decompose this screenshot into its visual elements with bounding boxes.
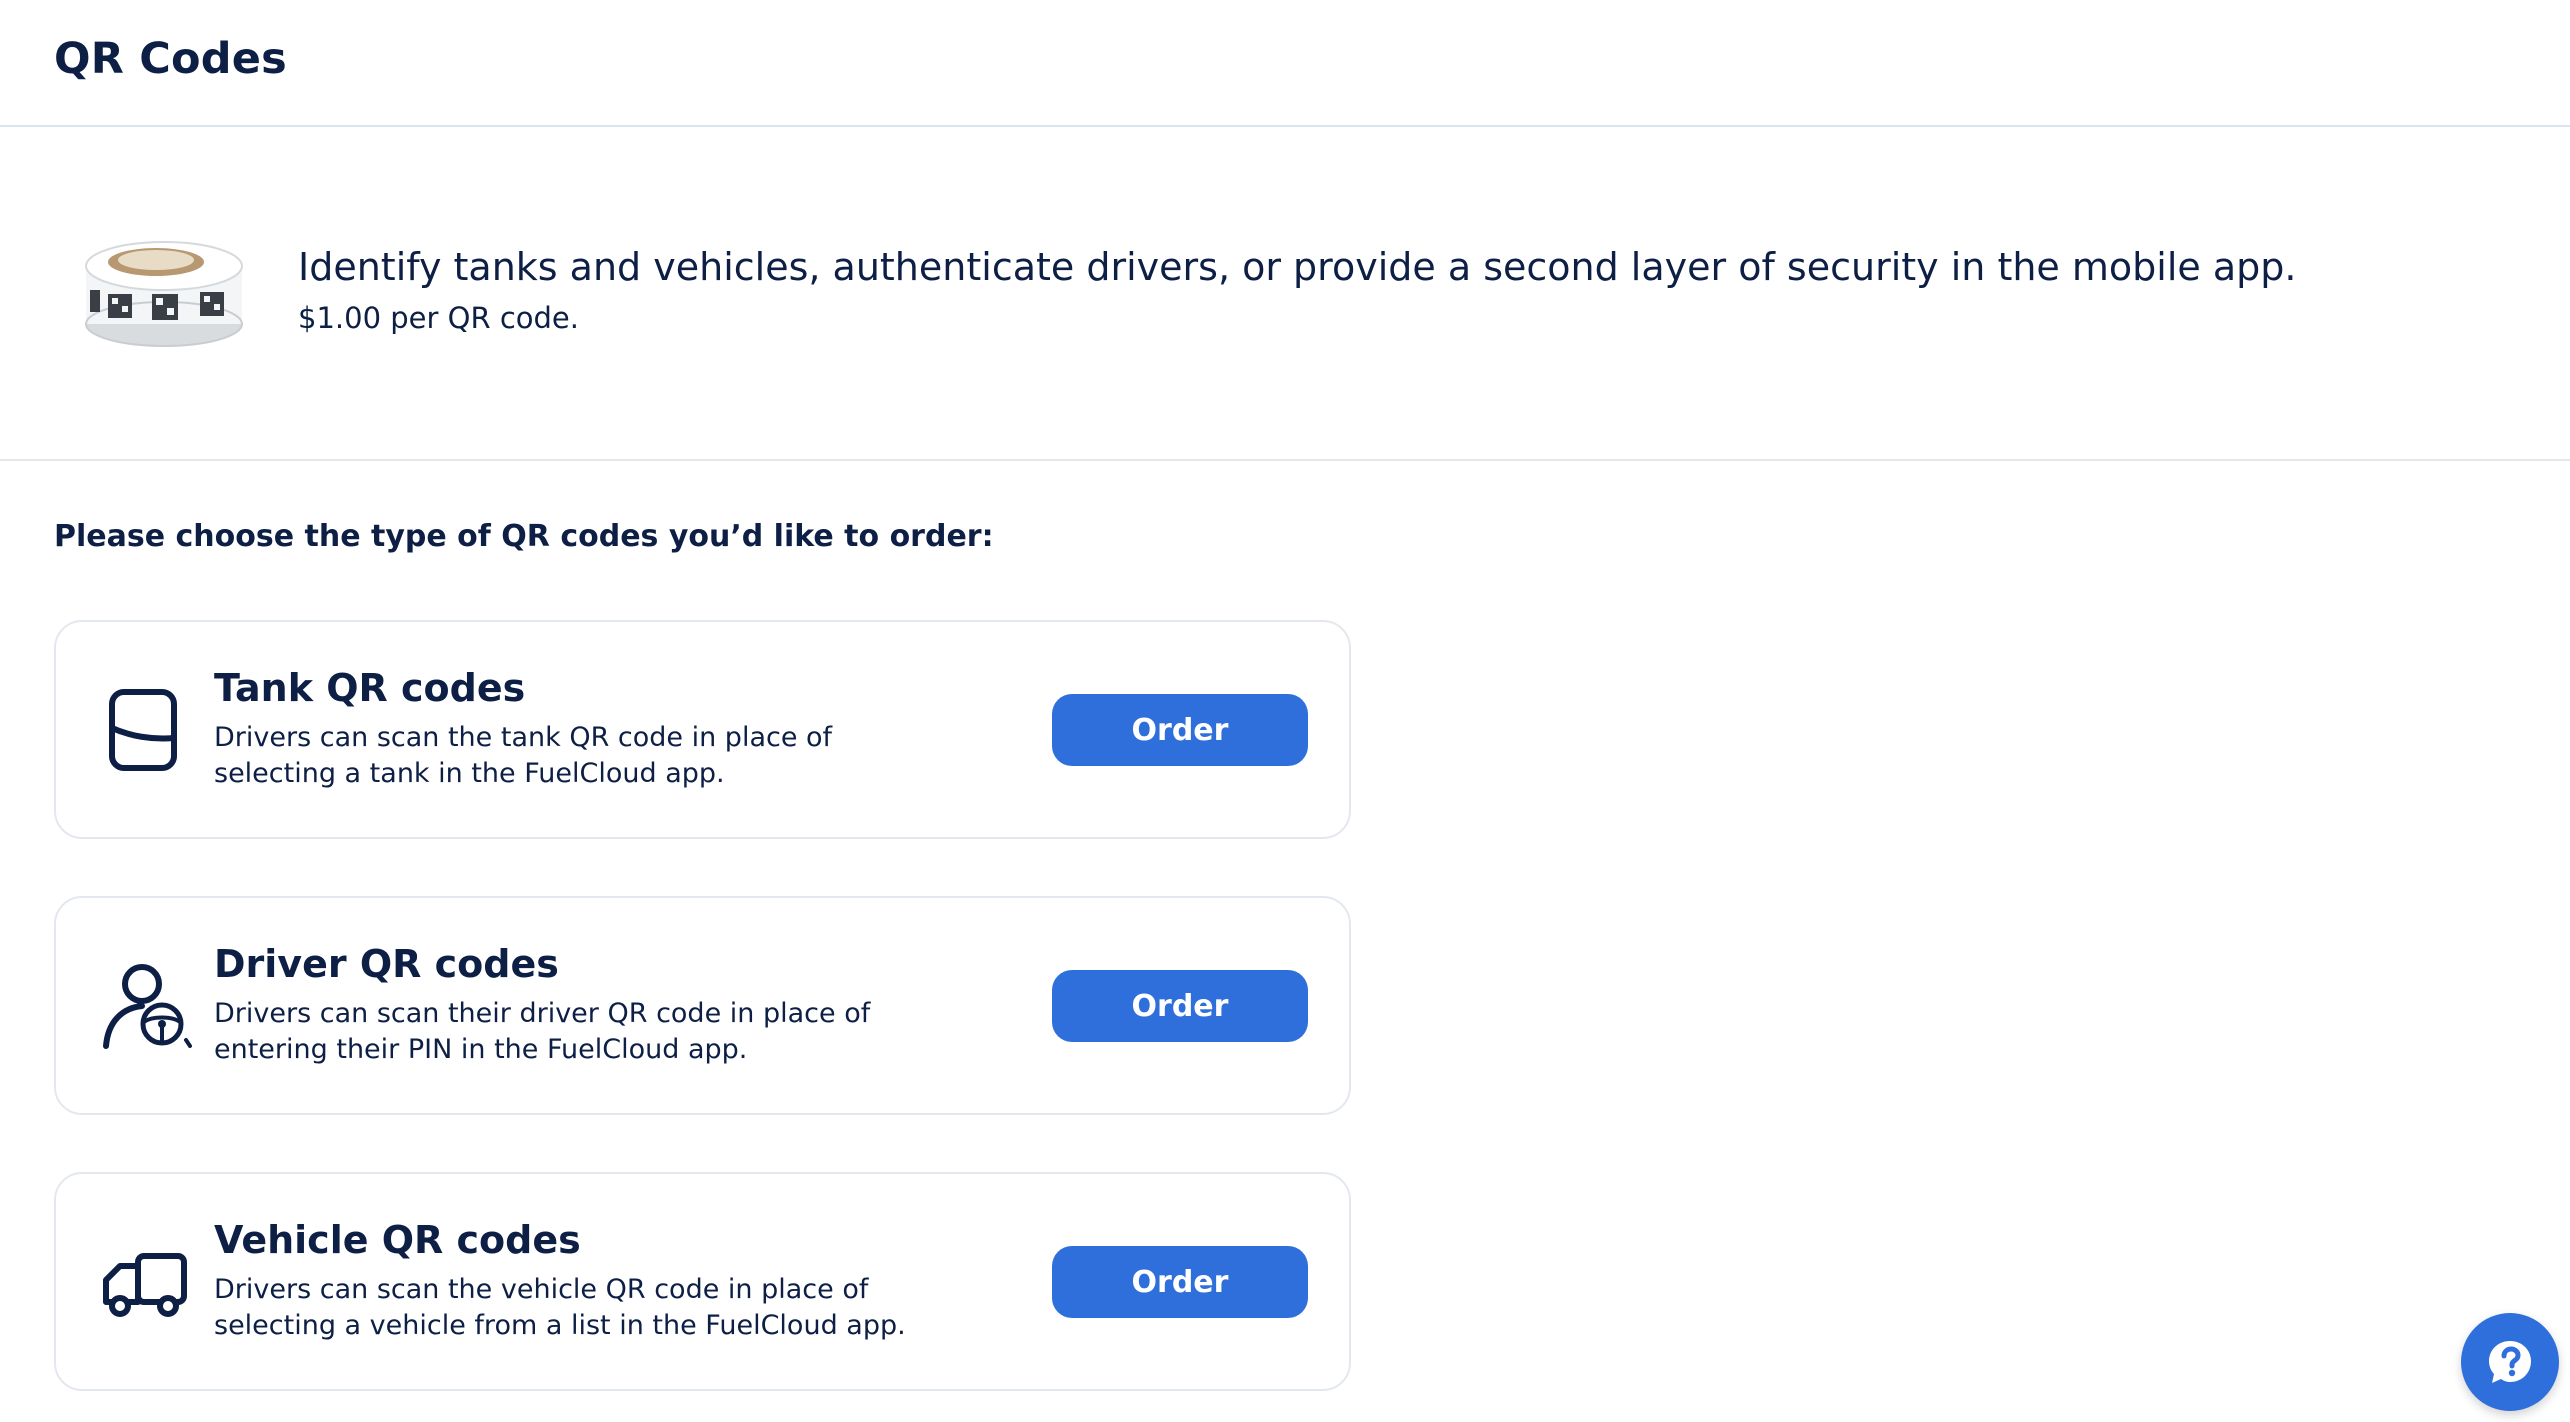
qr-label-roll-icon (84, 236, 246, 348)
order-type-prompt: Please choose the type of QR codes you’d… (54, 519, 994, 554)
page-header: QR Codes (0, 0, 2570, 127)
vehicle-icon (100, 1236, 192, 1328)
vehicle-qr-card: Vehicle QR codes Drivers can scan the ve… (54, 1172, 1351, 1391)
page-title: QR Codes (54, 34, 287, 84)
card-description: Drivers can scan their driver QR code in… (214, 998, 871, 1065)
order-vehicle-qr-button[interactable]: Order (1052, 1246, 1308, 1318)
tank-icon (100, 684, 192, 776)
help-chat-icon (2489, 1341, 2531, 1383)
hero-headline: Identify tanks and vehicles, authenticat… (298, 245, 2297, 289)
price-text: $1.00 per QR code. (298, 301, 579, 335)
driver-qr-card: Driver QR codes Drivers can scan their d… (54, 896, 1351, 1115)
hero-section: Identify tanks and vehicles, authenticat… (0, 129, 2570, 461)
card-description: Drivers can scan the vehicle QR code in … (214, 1274, 906, 1341)
card-title: Vehicle QR codes (214, 1218, 581, 1262)
driver-icon (100, 960, 192, 1052)
help-button[interactable] (2461, 1313, 2559, 1411)
card-description: Drivers can scan the tank QR code in pla… (214, 722, 833, 789)
order-tank-qr-button[interactable]: Order (1052, 694, 1308, 766)
tank-qr-card: Tank QR codes Drivers can scan the tank … (54, 620, 1351, 839)
card-title: Driver QR codes (214, 942, 559, 986)
card-title: Tank QR codes (214, 666, 526, 710)
order-driver-qr-button[interactable]: Order (1052, 970, 1308, 1042)
